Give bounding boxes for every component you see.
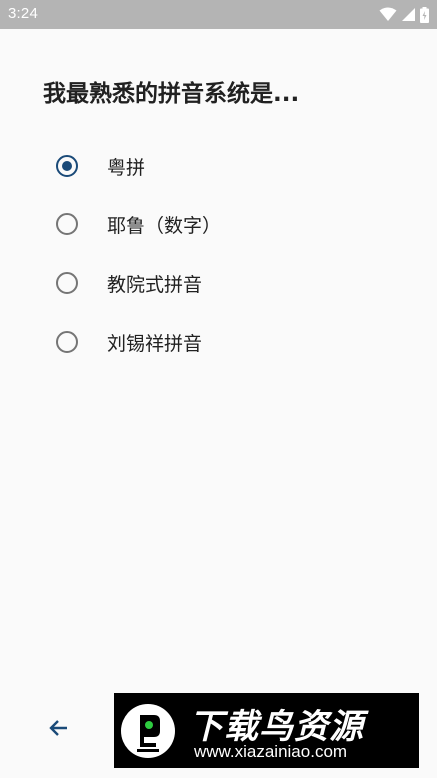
radio-unchecked-icon (56, 331, 78, 353)
watermark-title: 下载鸟资源 (189, 707, 364, 747)
radio-unchecked-icon (56, 213, 78, 235)
option-label: 教院式拼音 (107, 273, 203, 296)
option-label: 耶鲁（数字） (107, 214, 222, 237)
option-label: 粤拼 (107, 156, 146, 179)
arrow-left-icon (49, 720, 67, 736)
watermark-banner: 下载鸟资源 www.xiazainiao.com (114, 693, 419, 768)
watermark-url: www.xiazainiao.com (194, 742, 348, 761)
option-sidney-lau[interactable]: 刘锡祥拼音 (40, 314, 380, 370)
cellular-signal-icon (402, 8, 415, 21)
question-title: 我最熟悉的拼音系统是... (43, 81, 300, 107)
option-label: 刘锡祥拼音 (107, 332, 203, 355)
status-icons (379, 6, 429, 23)
back-button[interactable] (36, 705, 82, 751)
option-jyutping[interactable]: 粤拼 (40, 138, 380, 194)
option-yale-numbers[interactable]: 耶鲁（数字） (40, 196, 380, 252)
radio-button[interactable] (40, 315, 94, 369)
wifi-icon (379, 7, 397, 21)
option-institute-romanization[interactable]: 教院式拼音 (40, 255, 380, 311)
status-time: 3:24 (8, 5, 38, 22)
radio-button-selected[interactable] (40, 139, 94, 193)
radio-button[interactable] (40, 256, 94, 310)
battery-icon (420, 6, 429, 23)
bird-logo-icon (121, 704, 175, 758)
radio-unchecked-icon (56, 272, 78, 294)
radio-checked-icon (56, 155, 78, 177)
status-bar: 3:24 (0, 0, 437, 29)
radio-button[interactable] (40, 197, 94, 251)
